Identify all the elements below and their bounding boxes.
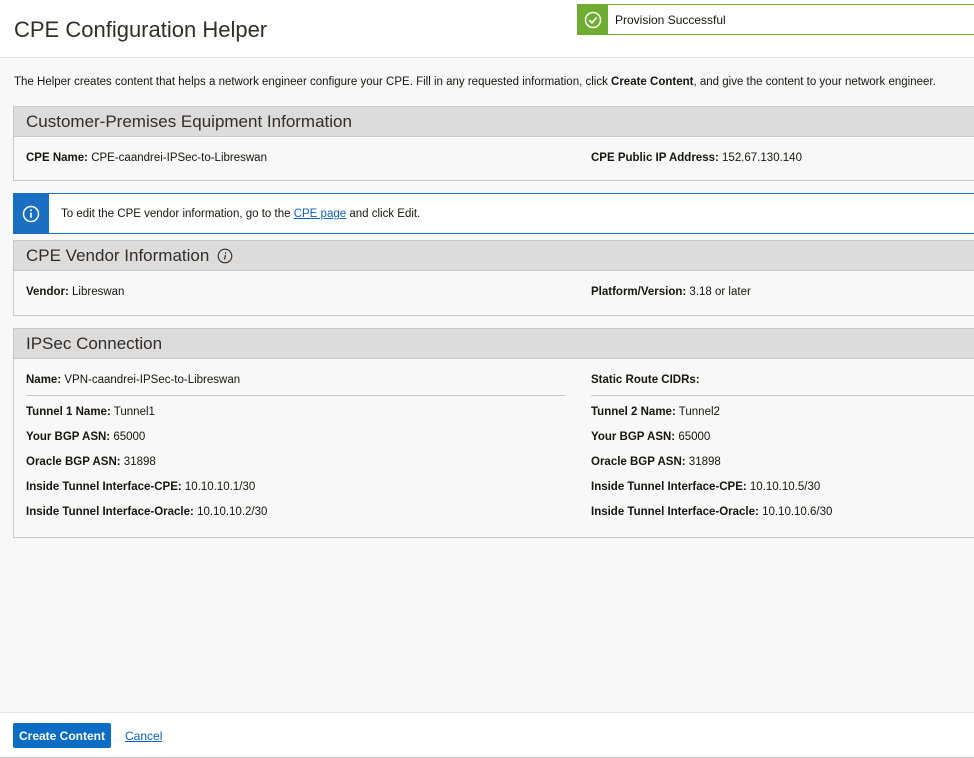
vendor-field: Vendor: Libreswan: [26, 286, 125, 298]
toast-message: Provision Successful: [615, 13, 726, 27]
page-footer: Create Content Cancel: [0, 712, 974, 758]
static-route-field: Static Route CIDRs:: [591, 374, 700, 386]
ipsec-name-field: Name: VPN-caandrei-IPSec-to-Libreswan: [26, 374, 241, 386]
cancel-link[interactable]: Cancel: [125, 729, 162, 743]
ipsec-connection-panel: IPSec Connection Name: VPN-caandrei-IPSe…: [13, 328, 974, 538]
tunnel1-name-field: Tunnel 1 Name: Tunnel1: [26, 406, 155, 418]
create-content-button[interactable]: Create Content: [13, 723, 111, 748]
vendor-info-panel: CPE Vendor Information Vendor: Libreswan…: [13, 240, 974, 316]
page-title: CPE Configuration Helper: [14, 17, 268, 42]
tunnel1-cpe-interface-field: Inside Tunnel Interface-CPE: 10.10.10.1/…: [26, 481, 256, 493]
info-banner: To edit the CPE vendor information, go t…: [13, 193, 974, 234]
info-icon[interactable]: [217, 248, 233, 264]
panel-title: IPSec Connection: [14, 329, 974, 359]
intro-bold: Create Content: [611, 76, 694, 88]
panel-title: Customer-Premises Equipment Information: [14, 107, 974, 137]
tunnel2-cpe-interface-field: Inside Tunnel Interface-CPE: 10.10.10.5/…: [591, 481, 821, 493]
info-banner-text: To edit the CPE vendor information, go t…: [61, 208, 421, 220]
page-header: CPE Configuration Helper Provision Succe…: [0, 0, 974, 58]
platform-field: Platform/Version: 3.18 or later: [591, 286, 751, 298]
tunnel2-name-field: Tunnel 2 Name: Tunnel2: [591, 406, 720, 418]
divider: [591, 395, 974, 396]
cpe-info-panel: Customer-Premises Equipment Information …: [13, 106, 974, 181]
divider: [26, 395, 565, 396]
tunnel1-bgp-field: Your BGP ASN: 65000: [26, 431, 146, 443]
tunnel1-oracle-interface-field: Inside Tunnel Interface-Oracle: 10.10.10…: [26, 506, 268, 518]
tunnel2-bgp-field: Your BGP ASN: 65000: [591, 431, 711, 443]
panel-title: CPE Vendor Information: [14, 241, 974, 271]
cpe-name-field: CPE Name: CPE-caandrei-IPSec-to-Libreswa…: [26, 152, 267, 164]
tunnel2-oracle-bgp-field: Oracle BGP ASN: 31898: [591, 456, 721, 468]
tunnel2-oracle-interface-field: Inside Tunnel Interface-Oracle: 10.10.10…: [591, 506, 833, 518]
info-icon: [13, 193, 49, 234]
check-circle-icon: [577, 4, 608, 35]
cpe-page-link[interactable]: CPE page: [294, 208, 346, 220]
tunnel1-oracle-bgp-field: Oracle BGP ASN: 31898: [26, 456, 156, 468]
success-toast: Provision Successful: [577, 4, 974, 35]
cpe-ip-field: CPE Public IP Address: 152.67.130.140: [591, 152, 802, 164]
intro-text: The Helper creates content that helps a …: [14, 76, 936, 88]
